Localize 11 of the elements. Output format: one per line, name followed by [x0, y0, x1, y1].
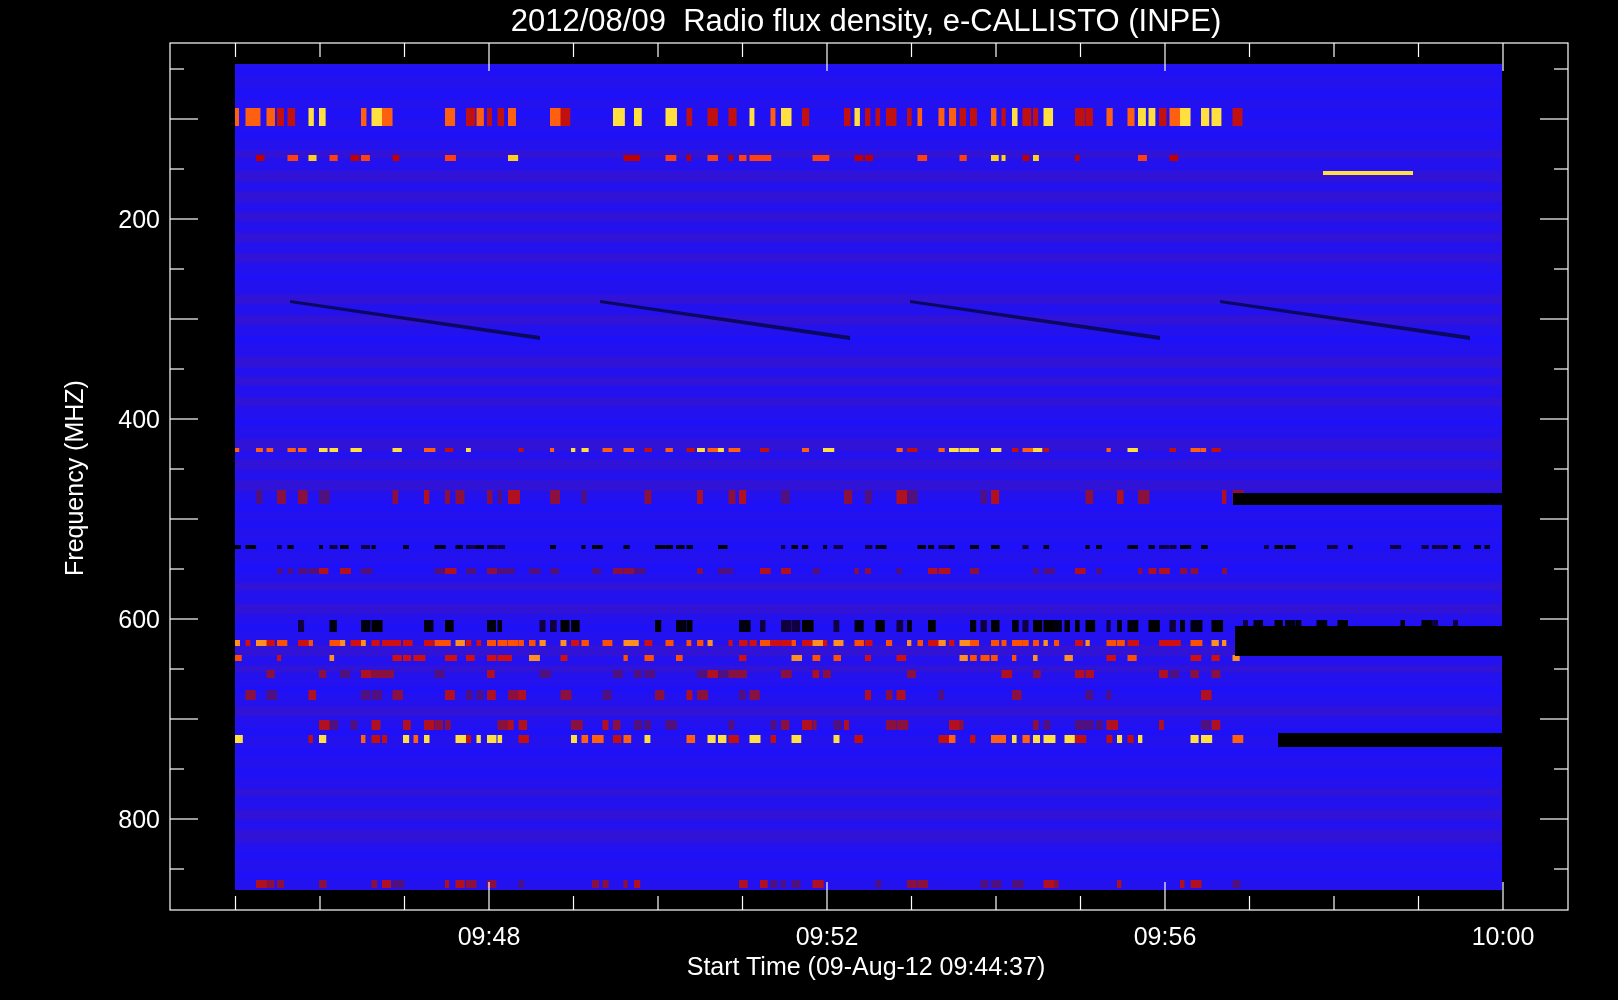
y-axis-label: Frequency (MHZ) [60, 380, 88, 576]
x-axis-label: Start Time (09-Aug-12 09:44:37) [686, 952, 1046, 980]
chart-title: 2012/08/09 Radio flux density, e-CALLISTO (INPE) [510, 3, 1222, 38]
x-tick-label: 09:52 [795, 922, 859, 950]
x-tick-label: 09:48 [457, 922, 521, 950]
x-tick-label: 10:00 [1471, 922, 1535, 950]
x-tick-label: 09:56 [1133, 922, 1197, 950]
y-tick-label: 800 [118, 805, 160, 833]
y-tick-label: 400 [118, 405, 160, 433]
y-tick-label: 600 [118, 605, 160, 633]
y-tick-label: 200 [118, 205, 160, 233]
